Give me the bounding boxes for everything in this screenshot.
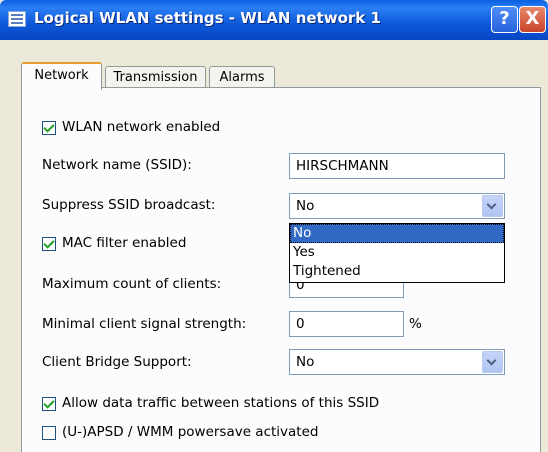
min-signal-label: Minimal client signal strength:: [42, 316, 247, 332]
client-bridge-select[interactable]: No: [289, 349, 505, 375]
allow-traffic-label: Allow data traffic between stations of t…: [62, 395, 380, 411]
chevron-down-icon[interactable]: [482, 351, 503, 373]
help-button[interactable]: ?: [491, 6, 518, 33]
window-title: Logical WLAN settings - WLAN network 1: [34, 9, 381, 27]
tab-transmission[interactable]: Transmission: [105, 66, 206, 88]
min-signal-unit: %: [409, 316, 422, 332]
allow-traffic-checkbox[interactable]: [42, 397, 56, 411]
wlan-enabled-checkbox[interactable]: [42, 121, 56, 135]
client-bridge-value: No: [296, 354, 315, 370]
close-button[interactable]: X: [519, 6, 546, 33]
client-bridge-label: Client Bridge Support:: [42, 354, 192, 370]
option-yes[interactable]: Yes: [290, 243, 504, 262]
ssid-input[interactable]: HIRSCHMANN: [289, 153, 505, 179]
chevron-down-icon[interactable]: [482, 195, 503, 217]
suppress-ssid-dropdown-list: No Yes Tightened: [289, 223, 505, 283]
ssid-label: Network name (SSID):: [42, 157, 192, 173]
mac-filter-label: MAC filter enabled: [62, 235, 187, 251]
max-clients-label: Maximum count of clients:: [42, 276, 222, 292]
min-signal-input[interactable]: 0: [289, 311, 404, 337]
apsd-checkbox[interactable]: [42, 426, 56, 440]
apsd-label: (U-)APSD / WMM powersave activated: [62, 424, 319, 440]
suppress-ssid-select[interactable]: No: [289, 193, 505, 219]
suppress-ssid-label: Suppress SSID broadcast:: [42, 197, 216, 213]
window-icon: [8, 11, 26, 27]
title-bar: Logical WLAN settings - WLAN network 1 ?…: [0, 0, 548, 40]
tab-alarms[interactable]: Alarms: [209, 66, 275, 88]
mac-filter-checkbox[interactable]: [42, 237, 56, 251]
tab-network[interactable]: Network: [21, 62, 102, 90]
suppress-ssid-value: No: [296, 198, 315, 214]
option-no[interactable]: No: [290, 224, 504, 243]
option-tightened[interactable]: Tightened: [290, 262, 504, 281]
wlan-enabled-label: WLAN network enabled: [62, 119, 221, 135]
